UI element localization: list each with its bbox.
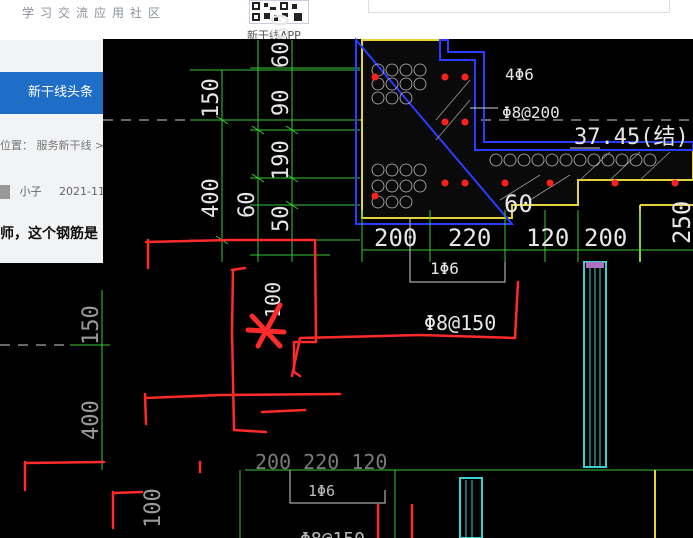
dim-label: 200: [584, 224, 627, 252]
rebar-label: Φ8@150: [424, 311, 496, 335]
dim-label: 190: [269, 140, 294, 180]
dim-label: 150: [199, 78, 224, 118]
dim-label: 200: [374, 224, 417, 252]
column-section: [459, 261, 607, 538]
dim-label: 220: [448, 224, 491, 252]
dim-label: 60: [269, 14, 294, 41]
dim-label: 250: [668, 201, 693, 244]
dim-label: 200 220 120: [255, 450, 387, 474]
dim-label: 150: [79, 305, 104, 345]
elevation-label: 37.45(结): [574, 125, 689, 150]
dim-label: 400: [79, 400, 104, 440]
dim-label: 100: [141, 488, 166, 528]
dim-label: 60: [504, 190, 533, 218]
dim-label: 120: [526, 224, 569, 252]
dim-labels-lower: 150 400 100: [79, 305, 166, 528]
dim-label: 50: [269, 206, 294, 233]
dim-label: 90: [269, 90, 294, 117]
dim-label: 400: [199, 178, 224, 218]
dim-label: 60: [235, 192, 260, 219]
rebar-label: Φ8@150: [300, 529, 365, 538]
rebar-label: 1Φ6: [308, 482, 335, 500]
dim-labels-vertical: 150 400 60 60 90 190 50 60 100: [199, 14, 294, 319]
dim-label: 100: [261, 282, 285, 318]
cad-drawing: 150 400 60 60 90 190 50 60 100 150 400 1…: [0, 14, 693, 538]
rebar-label: 1Φ6: [430, 259, 459, 278]
rebar-label: Φ8@200: [502, 103, 560, 122]
rebar-label: 4Φ6: [505, 65, 534, 84]
dim-label: 60: [269, 42, 294, 69]
